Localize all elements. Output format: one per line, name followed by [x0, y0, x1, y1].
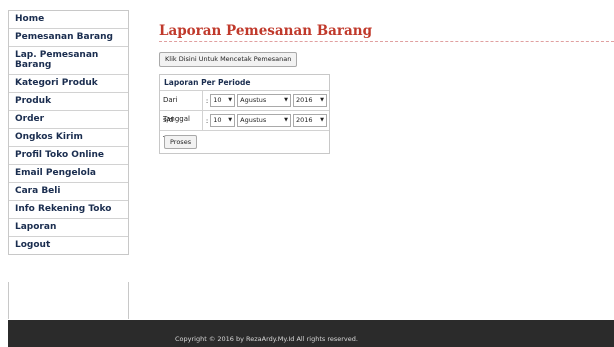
chevron-down-icon: ▼: [284, 97, 289, 103]
sidebar-item-ongkos-kirim[interactable]: Ongkos Kirim: [9, 129, 128, 147]
copyright-text: Copyright © 2016 by RezaArdy.My.Id All r…: [175, 335, 358, 343]
sidebar-item-produk[interactable]: Produk: [9, 93, 128, 111]
sidebar-item-laporan[interactable]: Laporan: [9, 219, 128, 237]
sidebar-item-email-pengelola[interactable]: Email Pengelola: [9, 165, 128, 183]
chevron-down-icon: ▼: [320, 97, 325, 103]
sidebar-item-profil-toko-online[interactable]: Profil Toko Online: [9, 147, 128, 165]
main-content: Laporan Pemesanan Barang Klik Disini Unt…: [159, 22, 614, 154]
sidebar-item-info-rekening-toko[interactable]: Info Rekening Toko: [9, 201, 128, 219]
period-report-form: Laporan Per Periode Dari Tanggal : 10 ▼ A…: [159, 74, 330, 154]
to-month-select[interactable]: Agustus ▼: [237, 114, 292, 127]
sidebar-item-order[interactable]: Order: [9, 111, 128, 129]
sidebar-item-lap-pemesanan-barang[interactable]: Lap. Pemesanan Barang: [9, 47, 128, 75]
sidebar-item-cara-beli[interactable]: Cara Beli: [9, 183, 128, 201]
page-title: Laporan Pemesanan Barang: [159, 22, 614, 42]
period-form-title: Laporan Per Periode: [160, 75, 329, 91]
to-date-row: s/d Tanggal : 10▼ Agustus▼ 2016▼: [160, 111, 329, 143]
from-month-select[interactable]: Agustus ▼: [237, 94, 292, 107]
to-year-select[interactable]: 2016 ▼: [293, 114, 328, 127]
label-separator: :: [205, 96, 209, 105]
page-footer: Copyright © 2016 by RezaArdy.My.Id All r…: [8, 320, 614, 347]
chevron-down-icon: ▼: [228, 117, 233, 123]
chevron-down-icon: ▼: [284, 117, 289, 123]
to-day-select[interactable]: 10 ▼: [210, 114, 236, 127]
to-date-label: s/d Tanggal: [160, 111, 203, 143]
print-report-button[interactable]: Klik Disini Untuk Mencetak Pemesanan: [159, 52, 298, 67]
sidebar-item-logout[interactable]: Logout: [9, 237, 128, 254]
sidebar-item-home[interactable]: Home: [9, 11, 128, 29]
sidebar-item-pemesanan-barang[interactable]: Pemesanan Barang: [9, 29, 128, 47]
sidebar-item-kategori-produk[interactable]: Kategori Produk: [9, 75, 128, 93]
from-day-select[interactable]: 10 ▼: [210, 94, 236, 107]
sidebar-nav: Home Pemesanan Barang Lap. Pemesanan Bar…: [8, 10, 129, 255]
chevron-down-icon: ▼: [228, 97, 233, 103]
from-date-row: Dari Tanggal : 10 ▼ Agustus ▼ 2016 ▼: [160, 91, 329, 123]
chevron-down-icon: ▼: [320, 117, 325, 123]
submit-row: Proses: [160, 131, 329, 153]
from-date-label: Dari Tanggal: [160, 91, 203, 123]
from-year-select[interactable]: 2016 ▼: [293, 94, 328, 107]
label-separator: :: [205, 116, 209, 125]
proses-button[interactable]: Proses: [164, 135, 198, 149]
sidebar-filler: [8, 282, 129, 319]
